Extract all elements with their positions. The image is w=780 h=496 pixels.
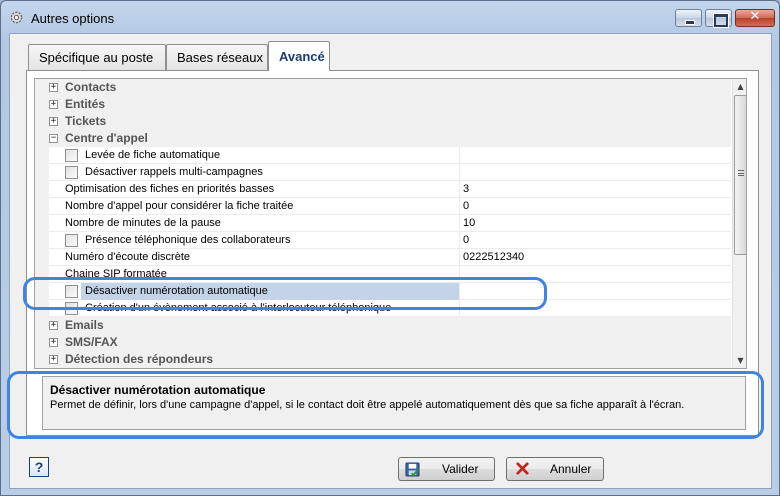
expand-icon[interactable]: + (49, 83, 58, 92)
tab-bases-reseaux[interactable]: Bases réseaux (166, 44, 268, 70)
expand-icon[interactable]: + (49, 321, 58, 330)
row-gutter (35, 147, 49, 164)
checkbox[interactable] (65, 149, 78, 162)
property-row[interactable]: Désactiver rappels multi-campagnes (35, 164, 731, 181)
category-centre-d-appel[interactable]: − Centre d'appel (35, 130, 731, 147)
property-label: Désactiver rappels multi-campagnes (85, 166, 263, 178)
window-title: Autres options (31, 11, 115, 26)
cancel-x-icon (516, 462, 529, 475)
highlight-annotation-description (7, 371, 764, 439)
property-value[interactable]: 3 (463, 183, 469, 195)
category-detection-repondeurs[interactable]: + Détection des répondeurs (35, 351, 731, 368)
category-label: Centre d'appel (65, 131, 148, 145)
validate-button-label: Valider (442, 462, 479, 476)
scrollbar-thumb[interactable] (734, 95, 746, 255)
property-label: Levée de fiche automatique (85, 149, 221, 161)
category-label: Contacts (65, 80, 117, 94)
expand-icon[interactable]: + (49, 355, 58, 364)
property-row[interactable]: Nombre de minutes de la pause 10 (35, 215, 731, 232)
column-divider (459, 147, 460, 164)
minimize-button[interactable] (675, 9, 702, 27)
column-divider (459, 232, 460, 249)
property-row[interactable]: Nombre d'appel pour considérer la fiche … (35, 198, 731, 215)
row-gutter (35, 164, 49, 181)
category-tickets[interactable]: + Tickets (35, 113, 731, 130)
save-icon (405, 462, 420, 477)
title-bar[interactable]: Autres options ✕ (1, 1, 779, 33)
category-label: Détection des répondeurs (65, 352, 214, 366)
property-value[interactable]: 10 (463, 217, 475, 229)
category-contacts[interactable]: + Contacts (35, 79, 731, 96)
close-icon: ✕ (749, 9, 761, 24)
close-button[interactable]: ✕ (735, 9, 775, 27)
cancel-button[interactable]: Annuler (506, 457, 604, 481)
column-divider (459, 164, 460, 181)
cancel-button-label: Annuler (550, 462, 592, 476)
column-divider (459, 215, 460, 232)
column-divider (459, 181, 460, 198)
property-label: Nombre d'appel pour considérer la fiche … (65, 200, 294, 212)
column-divider (459, 249, 460, 266)
collapse-icon[interactable]: − (49, 134, 58, 143)
property-value[interactable]: 0 (463, 200, 469, 212)
property-value[interactable]: 0222512340 (463, 251, 524, 263)
expand-icon[interactable]: + (49, 100, 58, 109)
property-label: Optimisation des fiches en priorités bas… (65, 183, 275, 195)
category-label: Entités (65, 97, 106, 111)
highlight-annotation-row (23, 277, 547, 310)
category-emails[interactable]: + Emails (35, 317, 731, 334)
property-row[interactable]: Levée de fiche automatique (35, 147, 731, 164)
row-gutter (35, 215, 49, 232)
tab-specifique-au-poste[interactable]: Spécifique au poste (28, 44, 166, 70)
category-sms-fax[interactable]: + SMS/FAX (35, 334, 731, 351)
property-label: Présence téléphonique des collaborateurs (85, 234, 291, 246)
checkbox[interactable] (65, 234, 78, 247)
category-entites[interactable]: + Entités (35, 96, 731, 113)
property-row[interactable]: Présence téléphonique des collaborateurs… (35, 232, 731, 249)
help-button[interactable]: ? (29, 457, 49, 477)
gear-icon (10, 11, 23, 24)
row-gutter (35, 249, 49, 266)
vertical-scrollbar[interactable]: ▲ ▼ (732, 79, 746, 368)
validate-button[interactable]: Valider (398, 457, 495, 481)
property-label: Numéro d'écoute discrète (65, 251, 190, 263)
property-row[interactable]: Optimisation des fiches en priorités bas… (35, 181, 731, 198)
property-value[interactable]: 0 (463, 234, 469, 246)
expand-icon[interactable]: + (49, 338, 58, 347)
expand-icon[interactable]: + (49, 117, 58, 126)
row-gutter (35, 232, 49, 249)
category-label: Emails (65, 318, 104, 332)
scroll-down-icon[interactable]: ▼ (733, 353, 746, 368)
column-divider (459, 198, 460, 215)
property-row[interactable]: Numéro d'écoute discrète 0222512340 (35, 249, 731, 266)
row-gutter (35, 181, 49, 198)
property-grid[interactable]: + Contacts + Entités + Tickets − Centre … (34, 78, 747, 369)
row-gutter (35, 198, 49, 215)
maximize-button[interactable] (705, 9, 732, 27)
scroll-up-icon[interactable]: ▲ (733, 79, 746, 94)
category-label: SMS/FAX (65, 335, 118, 349)
tab-avance[interactable]: Avancé (268, 41, 330, 71)
category-label: Tickets (65, 114, 107, 128)
grip-icon (738, 170, 744, 176)
options-window: Autres options ✕ Spécifique au poste Bas… (0, 0, 780, 496)
checkbox[interactable] (65, 166, 78, 179)
property-label: Nombre de minutes de la pause (65, 217, 221, 229)
